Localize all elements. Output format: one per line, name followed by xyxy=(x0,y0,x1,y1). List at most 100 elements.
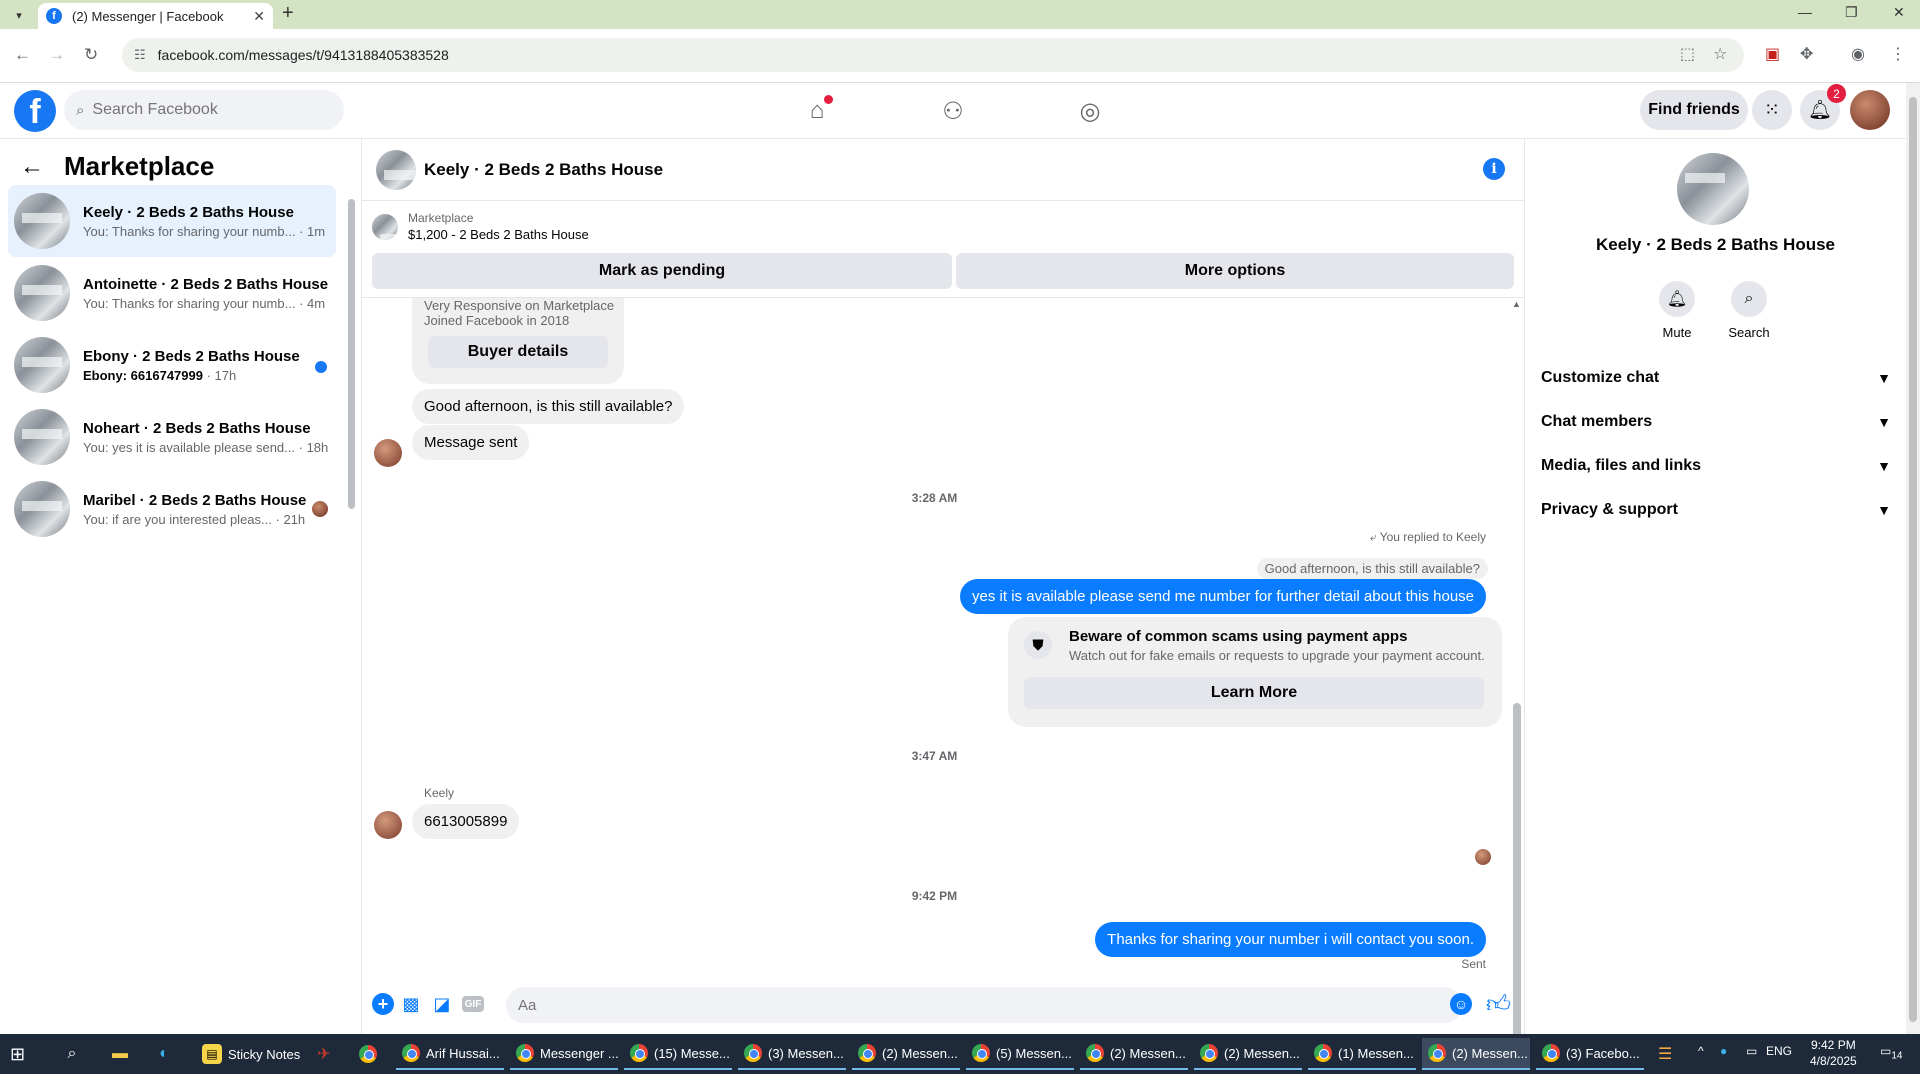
taskbar-search-icon[interactable]: ⌕ xyxy=(60,1042,84,1066)
site-info-icon[interactable]: ☷ xyxy=(134,47,146,63)
chat-scrollbar[interactable]: ▲ ▼ xyxy=(1512,299,1522,1074)
taskbar-app[interactable]: (3) Messen... xyxy=(738,1038,846,1070)
windows-start-icon[interactable]: ⊞ xyxy=(10,1044,25,1065)
taskbar-app-active[interactable]: (2) Messen... xyxy=(1422,1038,1530,1070)
bookmark-star-icon[interactable]: ☆ xyxy=(1713,44,1727,64)
browser-toolbar: ← → ↻ ☷ facebook.com/messages/t/94131884… xyxy=(0,29,1920,83)
conversation-item[interactable]: Antoinette · 2 Beds 2 Baths House You: T… xyxy=(8,257,336,329)
search-action[interactable]: ⌕ Search xyxy=(1719,281,1779,340)
taskbar-app-sticky-notes[interactable]: ▤ Sticky Notes xyxy=(196,1038,306,1070)
back-icon[interactable]: ← xyxy=(14,45,31,65)
chat-header-thumbnail[interactable] xyxy=(376,149,416,190)
emoji-icon[interactable]: ☺ xyxy=(1450,993,1472,1015)
menu-grid-icon[interactable]: ⁙ xyxy=(1752,90,1792,130)
friends-nav-icon[interactable]: ⚇ xyxy=(933,93,973,129)
tray-app-icon[interactable]: ● xyxy=(1720,1044,1727,1058)
edge-icon[interactable]: ◐ xyxy=(152,1042,176,1066)
mute-action[interactable]: 🔔︎ Mute xyxy=(1647,281,1707,340)
conversation-name: Noheart · 2 Beds 2 Baths House xyxy=(83,419,311,437)
find-friends-button[interactable]: Find friends xyxy=(1640,90,1748,130)
taskbar-app[interactable]: (2) Messen... xyxy=(852,1038,960,1070)
groups-nav-icon[interactable]: ◎ xyxy=(1070,93,1110,129)
taskbar-app[interactable]: Messenger ... xyxy=(510,1038,618,1070)
outgoing-message[interactable]: yes it is available please send me numbe… xyxy=(960,579,1486,614)
conversation-item[interactable]: Maribel · 2 Beds 2 Baths House You: if a… xyxy=(8,473,336,545)
thumbs-up-icon[interactable]: 👍︎ xyxy=(1486,991,1511,1019)
customize-chat-row[interactable]: Customize chat ▼ xyxy=(1541,360,1891,396)
extensions-puzzle-icon[interactable]: ✥ xyxy=(1800,44,1813,64)
minimize-icon[interactable]: — xyxy=(1798,4,1812,20)
taskbar-app[interactable]: (2) Messen... xyxy=(1194,1038,1302,1070)
taskbar-app-label: Messenger ... xyxy=(540,1045,618,1061)
app-icon[interactable]: ✈ xyxy=(312,1042,336,1066)
incoming-message[interactable]: 6613005899 xyxy=(412,804,520,839)
taskbar-clock[interactable]: 9:42 PM 4/8/2025 xyxy=(1810,1037,1857,1069)
taskbar-app[interactable]: (3) Facebo... xyxy=(1536,1038,1644,1070)
more-options-button[interactable]: More options xyxy=(956,253,1514,289)
chrome-icon[interactable] xyxy=(356,1042,380,1066)
chat-members-row[interactable]: Chat members ▼ xyxy=(1541,404,1891,440)
conversation-item[interactable]: Keely · 2 Beds 2 Baths House You: Thanks… xyxy=(8,185,336,257)
taskbar-app[interactable]: (15) Messe... xyxy=(624,1038,732,1070)
address-bar[interactable]: ☷ facebook.com/messages/t/94131884053835… xyxy=(122,38,1744,72)
forward-icon[interactable]: → xyxy=(48,45,65,65)
notifications-bell-icon[interactable]: 🔔︎ 2 xyxy=(1800,84,1846,130)
buyer-details-button[interactable]: Buyer details xyxy=(428,336,608,368)
incoming-message[interactable]: Good afternoon, is this still available? xyxy=(412,389,685,424)
conversation-item[interactable]: Noheart · 2 Beds 2 Baths House You: yes … xyxy=(8,401,336,473)
facebook-search-box[interactable]: ⌕ xyxy=(64,90,344,130)
learn-more-button[interactable]: Learn More xyxy=(1024,677,1484,709)
restore-icon[interactable]: ❐ xyxy=(1845,4,1858,21)
media-files-links-row[interactable]: Media, files and links ▼ xyxy=(1541,448,1891,484)
listing-profile-image[interactable] xyxy=(1677,153,1749,225)
taskbar-app[interactable]: Arif Hussai... xyxy=(396,1038,504,1070)
chrome-logo-icon xyxy=(1200,1044,1218,1062)
notification-center-icon[interactable]: ▭14 xyxy=(1880,1044,1902,1061)
taskbar-app[interactable]: (2) Messen... xyxy=(1080,1038,1188,1070)
tab-search-icon[interactable]: ▾ xyxy=(8,6,30,24)
browser-menu-icon[interactable]: ⋮ xyxy=(1890,44,1906,64)
taskbar-app[interactable]: (5) Messen... xyxy=(966,1038,1074,1070)
plus-icon[interactable]: + xyxy=(372,993,394,1015)
language-indicator[interactable]: ENG xyxy=(1766,1044,1792,1058)
quoted-message[interactable]: Good afternoon, is this still available? xyxy=(1256,558,1488,579)
keely-avatar[interactable] xyxy=(374,811,402,839)
sidebar-scrollbar[interactable] xyxy=(348,187,355,517)
back-arrow-icon[interactable]: ← xyxy=(20,153,44,181)
sidebar-scrollbar-thumb[interactable] xyxy=(348,199,355,509)
conversation-item[interactable]: Ebony · 2 Beds 2 Baths House Ebony: 6616… xyxy=(8,329,336,401)
chat-title[interactable]: Keely · 2 Beds 2 Baths House xyxy=(424,160,663,180)
install-app-icon[interactable]: ⬚ xyxy=(1680,44,1695,64)
page-scrollbar-thumb[interactable] xyxy=(1909,97,1917,1022)
new-tab-icon[interactable]: + xyxy=(282,2,294,25)
privacy-support-row[interactable]: Privacy & support ▼ xyxy=(1541,492,1891,528)
tray-overflow-icon[interactable]: ^ xyxy=(1698,1044,1704,1058)
info-icon[interactable]: i xyxy=(1483,158,1505,180)
browser-tab[interactable]: f (2) Messenger | Facebook ✕ xyxy=(38,3,273,29)
account-avatar[interactable] xyxy=(1850,90,1890,130)
photo-icon[interactable]: ▩ xyxy=(400,993,422,1015)
sticker-icon[interactable]: ◪ xyxy=(431,993,453,1015)
scroll-up-icon[interactable]: ▲ xyxy=(1512,299,1521,309)
outgoing-message[interactable]: Thanks for sharing your number i will co… xyxy=(1095,922,1486,957)
page-scrollbar[interactable] xyxy=(1906,83,1920,1034)
incoming-message[interactable]: Message sent xyxy=(412,425,530,460)
network-icon[interactable]: ▭ xyxy=(1746,1044,1757,1058)
message-input-box[interactable] xyxy=(506,987,1462,1023)
facebook-logo-icon[interactable]: f xyxy=(14,90,56,132)
mark-as-pending-button[interactable]: Mark as pending xyxy=(372,253,952,289)
listing-banner[interactable]: Marketplace $1,200 - 2 Beds 2 Baths Hous… xyxy=(372,211,589,242)
message-input[interactable] xyxy=(518,996,1398,1014)
window-close-icon[interactable]: ✕ xyxy=(1893,4,1905,21)
file-explorer-icon[interactable]: ▬ xyxy=(108,1042,132,1066)
facebook-search-input[interactable] xyxy=(92,101,313,119)
tab-close-icon[interactable]: ✕ xyxy=(253,8,265,25)
taskbar-app[interactable]: (1) Messen... xyxy=(1308,1038,1416,1070)
reload-icon[interactable]: ↻ xyxy=(84,45,98,65)
profile-icon[interactable]: ◉ xyxy=(1851,44,1865,64)
weather-icon[interactable]: ☰ xyxy=(1658,1044,1672,1064)
extension-icon[interactable]: ▣ xyxy=(1765,44,1780,64)
home-nav-icon[interactable]: ⌂ xyxy=(797,93,837,129)
keely-avatar[interactable] xyxy=(374,439,402,467)
gif-icon[interactable]: GIF xyxy=(462,996,484,1012)
